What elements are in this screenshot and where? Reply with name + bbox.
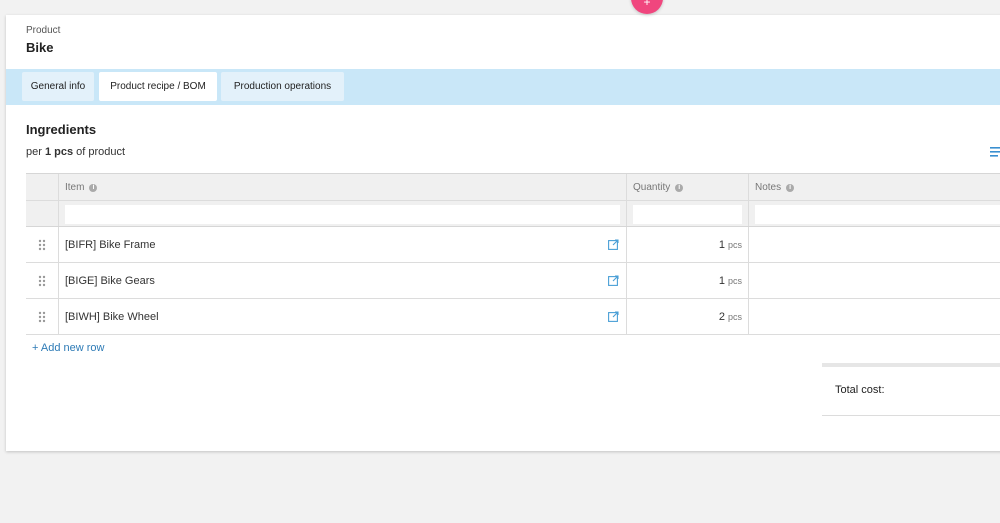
notes-cell[interactable]: [749, 299, 1000, 334]
item-cell[interactable]: [BIGE] Bike Gears: [59, 263, 627, 298]
add-new-row-button[interactable]: + Add new row: [32, 342, 104, 354]
table-header-row: Item i Quantity i Notes i: [26, 174, 1000, 201]
external-link-icon[interactable]: [608, 275, 619, 286]
list-options-icon[interactable]: [990, 146, 1000, 158]
quantity-cell[interactable]: 1 pcs: [627, 227, 749, 262]
ingredients-table: Item i Quantity i Notes i [BIFR] Bike Frame…: [26, 173, 1000, 335]
quantity-filter-input[interactable]: [633, 205, 742, 224]
table-row: [BIFR] Bike Frame 1 pcs: [26, 227, 1000, 263]
item-cell[interactable]: [BIWH] Bike Wheel: [59, 299, 627, 334]
notes-cell[interactable]: [749, 227, 1000, 262]
info-icon[interactable]: i: [675, 184, 684, 192]
product-name: Bike: [26, 40, 54, 55]
tab-general-info[interactable]: General info: [22, 72, 94, 101]
add-fab-button[interactable]: +: [631, 0, 663, 14]
drag-handle-icon[interactable]: [38, 311, 46, 323]
item-cell[interactable]: [BIFR] Bike Frame: [59, 227, 627, 262]
external-link-icon[interactable]: [608, 239, 619, 250]
column-header-notes[interactable]: Notes i: [749, 174, 1000, 200]
tab-product-recipe-bom[interactable]: Product recipe / BOM: [99, 72, 217, 101]
drag-handle-icon[interactable]: [38, 275, 46, 287]
tab-bar: General info Product recipe / BOM Produc…: [6, 69, 1000, 105]
product-label: Product: [26, 25, 61, 36]
tab-production-operations[interactable]: Production operations: [221, 72, 344, 101]
table-row: [BIWH] Bike Wheel 2 pcs: [26, 299, 1000, 335]
quantity-cell[interactable]: 1 pcs: [627, 263, 749, 298]
per-quantity-value[interactable]: 1 pcs: [45, 146, 73, 158]
item-filter-input[interactable]: [65, 205, 620, 224]
table-filter-row: [26, 201, 1000, 227]
drag-handle-icon[interactable]: [38, 239, 46, 251]
column-header-quantity[interactable]: Quantity i: [627, 174, 749, 200]
quantity-cell[interactable]: 2 pcs: [627, 299, 749, 334]
product-card: Product Bike General info Product recipe…: [6, 15, 1000, 451]
total-cost-label: Total cost:: [835, 384, 885, 396]
info-icon[interactable]: i: [786, 184, 795, 192]
notes-cell[interactable]: [749, 263, 1000, 298]
external-link-icon[interactable]: [608, 311, 619, 322]
total-cost-box: Total cost:: [822, 363, 1000, 416]
table-row: [BIGE] Bike Gears 1 pcs: [26, 263, 1000, 299]
per-quantity-line: per 1 pcs of product: [26, 146, 126, 158]
notes-filter-input[interactable]: [755, 205, 1000, 224]
ingredients-title: Ingredients: [26, 122, 97, 137]
column-header-item[interactable]: Item i: [59, 174, 627, 200]
info-icon[interactable]: i: [89, 184, 98, 192]
